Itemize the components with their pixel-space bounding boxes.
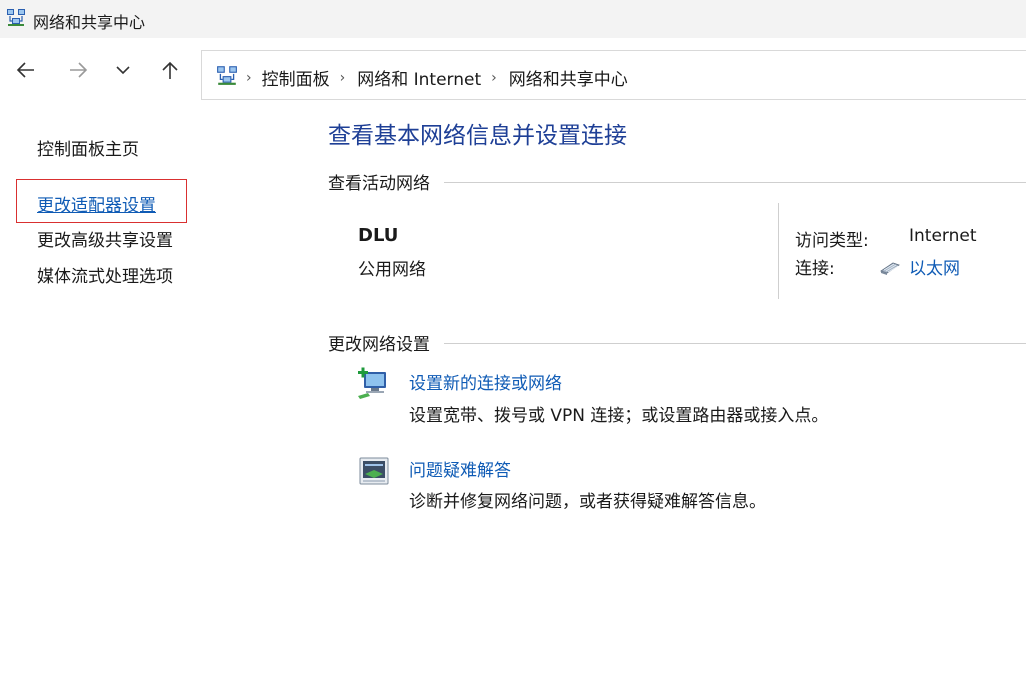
breadcrumb-control-panel[interactable]: 控制面板 bbox=[262, 65, 330, 90]
access-type-label: 访问类型: bbox=[795, 231, 869, 251]
breadcrumb-separator-icon[interactable]: › bbox=[246, 70, 252, 86]
window-title: 网络和共享中心 bbox=[33, 13, 146, 32]
breadcrumb: › 控制面板 › 网络和 Internet › 网络和共享中心 bbox=[246, 65, 628, 91]
address-bar[interactable]: › 控制面板 › 网络和 Internet › 网络和共享中心 bbox=[201, 50, 1026, 100]
breadcrumb-network-sharing-center[interactable]: 网络和共享中心 bbox=[509, 65, 628, 90]
network-sharing-icon bbox=[6, 7, 26, 27]
new-connection-icon bbox=[356, 366, 392, 400]
chevron-down-icon bbox=[114, 61, 132, 83]
troubleshoot-icon bbox=[356, 454, 392, 488]
change-network-settings-heading: 更改网络设置 bbox=[328, 335, 430, 355]
title-bar: 网络和共享中心 bbox=[0, 0, 1026, 38]
vertical-divider bbox=[778, 203, 779, 299]
arrow-left-icon bbox=[15, 59, 37, 85]
access-type-value: Internet bbox=[909, 226, 977, 246]
navigation-bar: › 控制面板 › 网络和 Internet › 网络和共享中心 bbox=[0, 38, 1026, 104]
network-type: 公用网络 bbox=[358, 260, 426, 280]
sidebar: 控制面板主页 更改适配器设置 更改高级共享设置 媒体流式处理选项 bbox=[0, 104, 290, 678]
forward-button[interactable] bbox=[64, 58, 92, 86]
setup-new-connection-link[interactable]: 设置新的连接或网络 bbox=[409, 369, 562, 394]
main-content: 查看基本网络信息并设置连接 查看活动网络 DLU 公用网络 访问类型: Inte… bbox=[290, 104, 1026, 678]
page-title: 查看基本网络信息并设置连接 bbox=[328, 123, 627, 149]
back-button[interactable] bbox=[12, 58, 40, 86]
arrow-right-icon bbox=[67, 59, 89, 85]
section-divider bbox=[444, 182, 1026, 183]
sidebar-item-control-panel-home[interactable]: 控制面板主页 bbox=[37, 135, 139, 160]
network-sharing-icon bbox=[216, 64, 238, 86]
sidebar-item-media-streaming-options[interactable]: 媒体流式处理选项 bbox=[37, 262, 173, 287]
recent-locations-button[interactable] bbox=[109, 58, 137, 86]
ethernet-connection-link[interactable]: 以太网 bbox=[909, 254, 960, 279]
sidebar-item-change-adapter-settings[interactable]: 更改适配器设置 bbox=[37, 191, 156, 216]
breadcrumb-separator-icon[interactable]: › bbox=[491, 70, 497, 86]
troubleshoot-problems-description: 诊断并修复网络问题，或者获得疑难解答信息。 bbox=[409, 492, 766, 512]
breadcrumb-separator-icon[interactable]: › bbox=[340, 70, 346, 86]
section-divider bbox=[444, 343, 1026, 344]
arrow-up-icon bbox=[159, 59, 181, 85]
sidebar-item-advanced-sharing-settings[interactable]: 更改高级共享设置 bbox=[37, 226, 173, 251]
breadcrumb-network-internet[interactable]: 网络和 Internet bbox=[357, 65, 481, 90]
up-button[interactable] bbox=[156, 58, 184, 86]
ethernet-icon bbox=[879, 259, 901, 275]
setup-new-connection-description: 设置宽带、拨号或 VPN 连接；或设置路由器或接入点。 bbox=[409, 406, 829, 426]
connection-label: 连接: bbox=[795, 259, 835, 279]
troubleshoot-problems-link[interactable]: 问题疑难解答 bbox=[409, 456, 511, 481]
network-name: DLU bbox=[358, 225, 399, 246]
active-networks-heading: 查看活动网络 bbox=[328, 174, 430, 194]
